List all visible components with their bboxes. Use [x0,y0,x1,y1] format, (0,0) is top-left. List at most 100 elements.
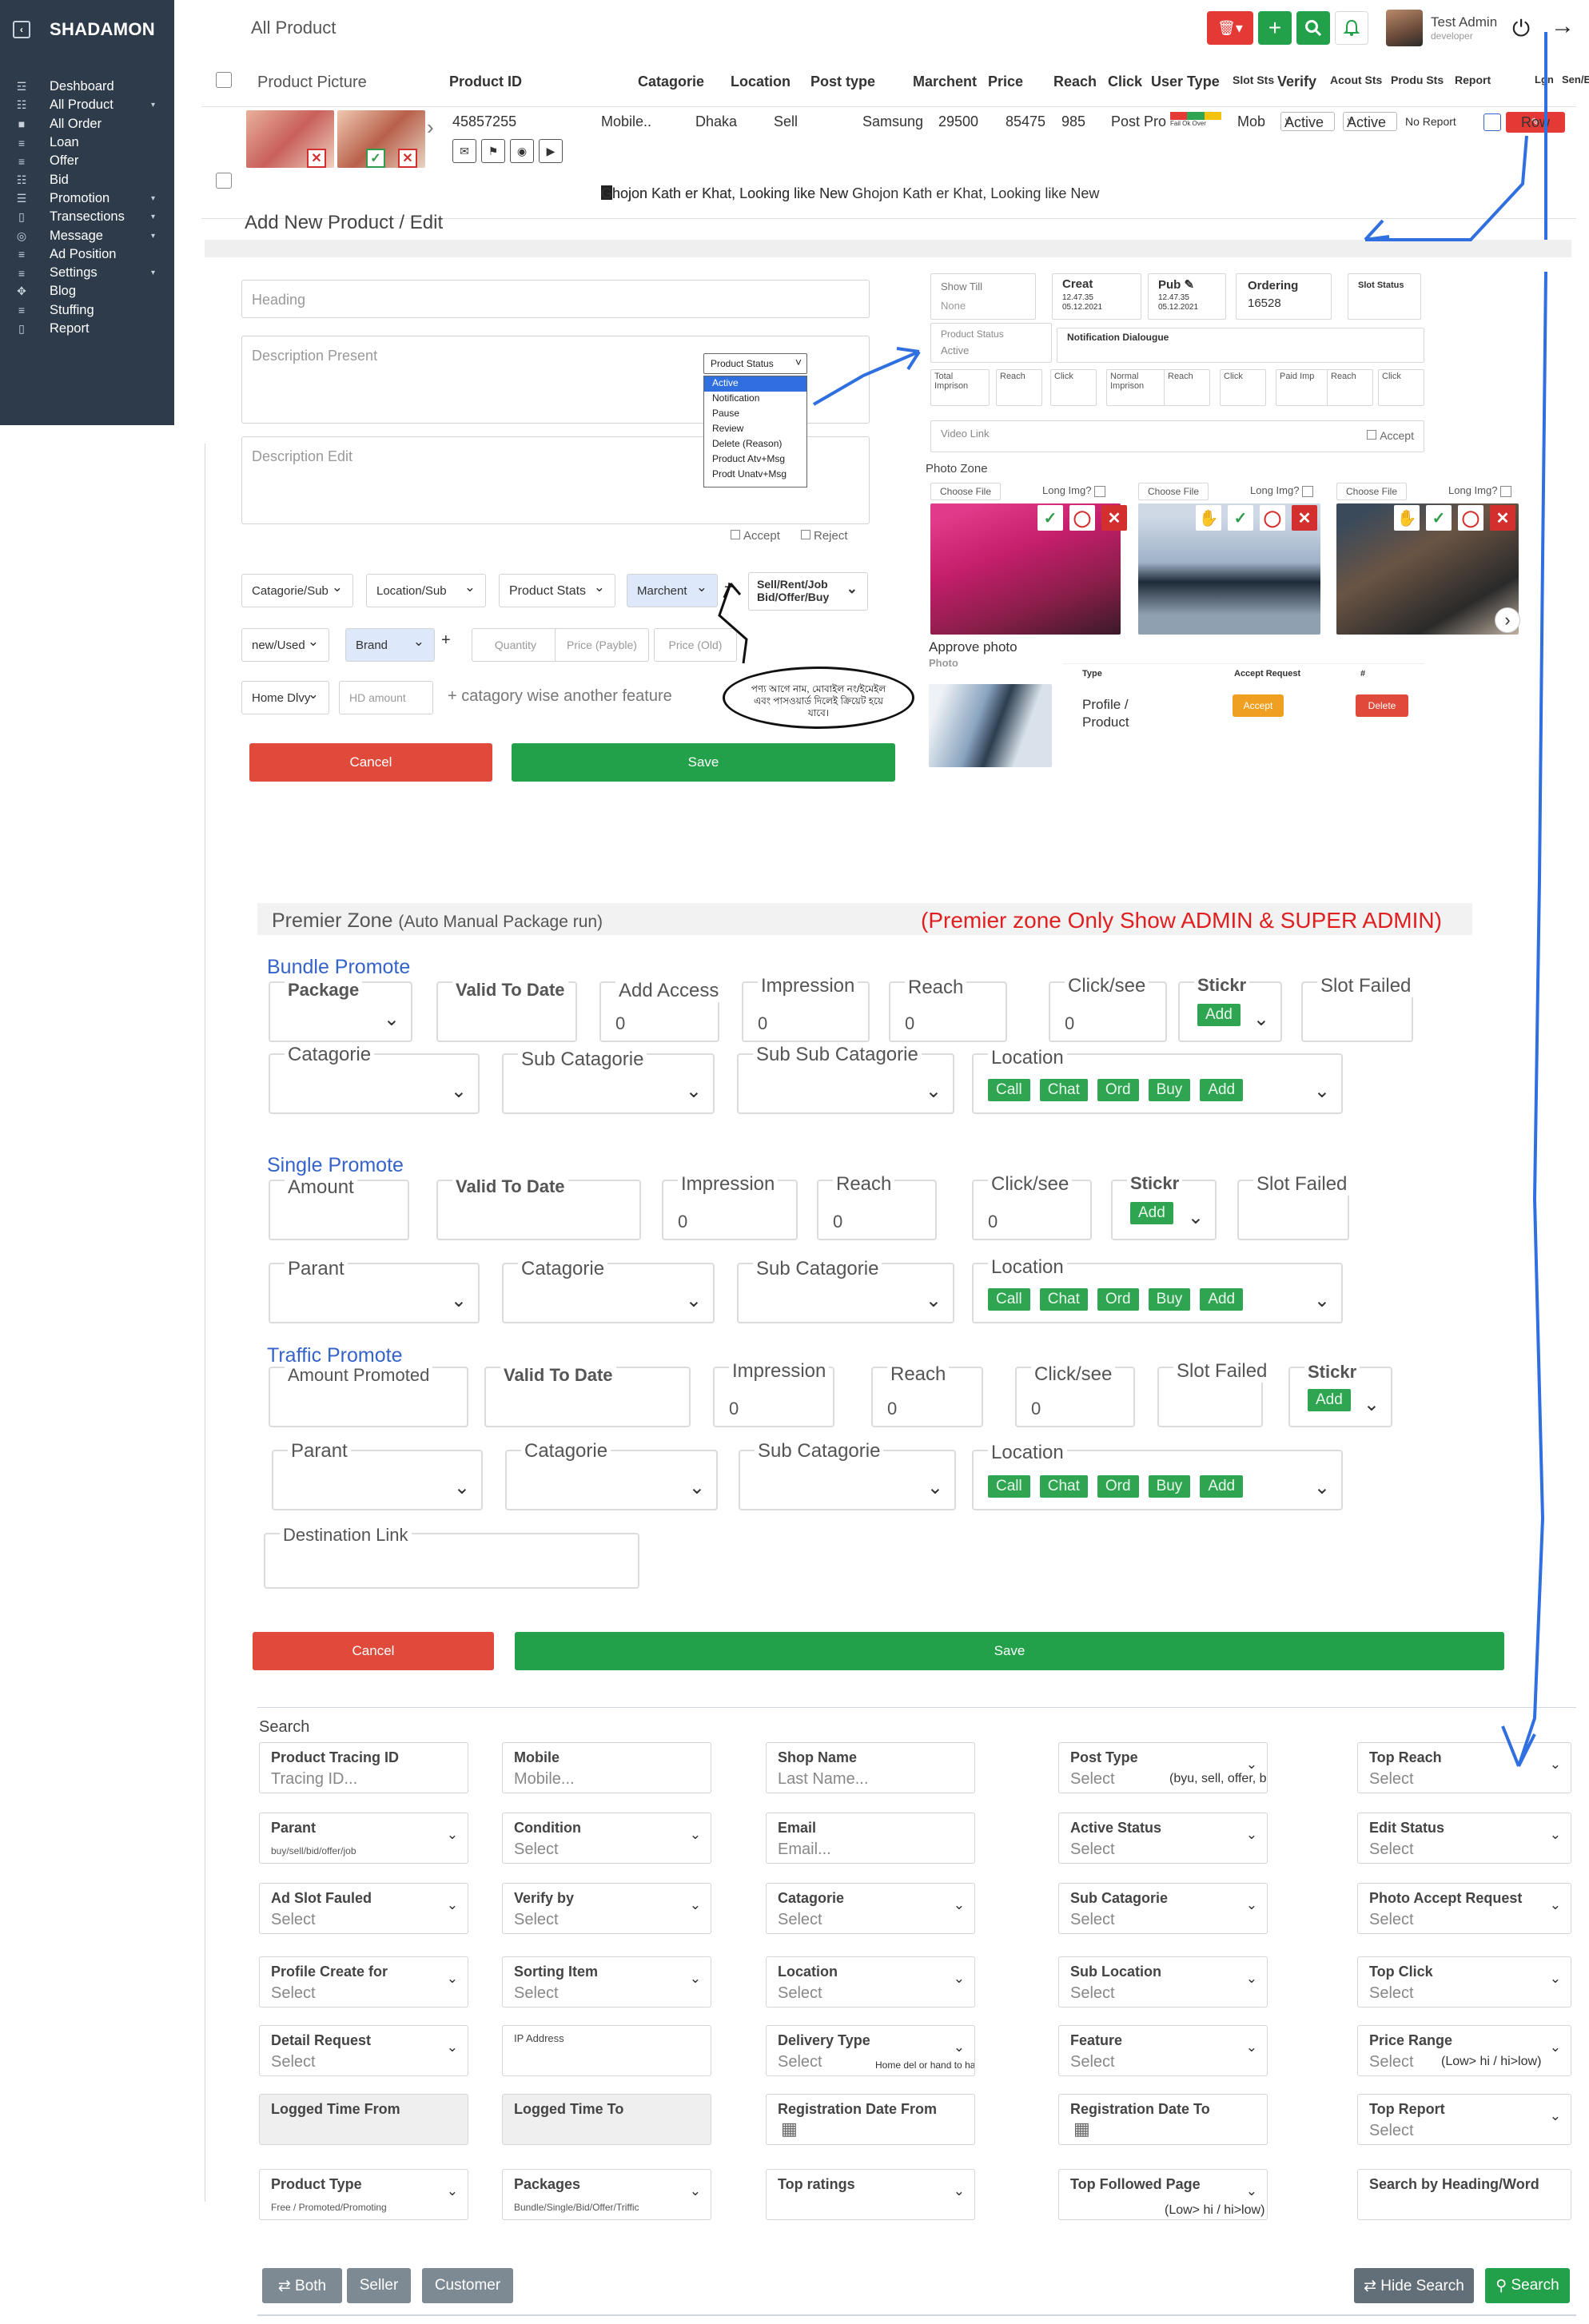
bell-icon[interactable] [1335,11,1368,45]
sidebar-item-deshboard[interactable]: ☲ Deshboard [0,78,174,96]
search-top-ratings[interactable]: Top ratings [766,2169,975,2220]
search-email[interactable]: Email Email... [766,1813,975,1864]
bundle-field-6[interactable]: Stickr ⌄ Add [1178,975,1282,1042]
accept-checkbox[interactable]: Accept [731,529,780,543]
circle-icon[interactable]: ◯ [1458,505,1483,531]
location-chip[interactable]: Call [988,1475,1030,1498]
search-logged-time-to[interactable]: Logged Time To [502,2094,711,2145]
search-top-report[interactable]: Top Report Select [1357,2094,1571,2145]
approve-icon[interactable]: ✓ [1228,505,1253,531]
search-button[interactable]: ⚲ Search [1485,2268,1570,2303]
add-marchent-icon[interactable]: + [724,579,734,597]
single-row2-1[interactable]: Catagorie ⌄ [502,1258,715,1323]
status-option[interactable]: Review [704,422,806,437]
status-option[interactable]: Pause [704,407,806,422]
search-photo-accept-request[interactable]: Photo Accept Request Select [1357,1883,1571,1934]
sticker-add-chip[interactable]: Add [1130,1202,1173,1224]
hand-icon[interactable]: ✋ [1394,505,1420,531]
choose-file-button[interactable]: Choose File [1336,483,1407,500]
product-stats-select[interactable]: Product Stats [499,574,615,607]
product-status-box[interactable]: Product Status Active [930,323,1052,363]
bundle-row2-2[interactable]: Sub Sub Catagorie ⌄ [737,1044,954,1114]
user-menu[interactable]: Test Admin developer [1386,10,1497,46]
gallery-next-icon[interactable]: › [1495,607,1520,633]
add-button[interactable]: + [1258,11,1292,45]
close-icon[interactable]: ✕ [1292,505,1317,531]
sidebar-item-blog[interactable]: ✥ Blog [0,282,174,300]
single-field-2[interactable]: Impression 0 [662,1173,798,1240]
cancel-button[interactable]: Cancel [249,743,492,782]
sticker-add-chip[interactable]: Add [1308,1389,1351,1411]
message-icon[interactable]: ✉ [452,139,476,163]
sidebar-item-ad-position[interactable]: ≡ Ad Position [0,245,174,264]
search-profile-create-for[interactable]: Profile Create for Select [259,1956,468,2008]
arrow-right-icon[interactable]: → [1551,13,1575,40]
premier-cancel-button[interactable]: Cancel [253,1632,494,1670]
status-option[interactable]: Notification [704,392,806,407]
location-chip[interactable]: Buy [1148,1079,1191,1101]
catagorie-sub-select[interactable]: Catagorie/Sub [241,574,353,607]
search-active-status[interactable]: Active Status Select [1058,1813,1268,1864]
circle-icon[interactable]: ◯ [1260,505,1285,531]
quantity-input[interactable]: Quantity [472,628,560,662]
lgn-icon[interactable] [1483,113,1501,131]
location-chip[interactable]: Chat [1039,1475,1088,1498]
traffic-row2-2[interactable]: Sub Catagorie ⌄ [739,1440,956,1510]
bundle-row2-3[interactable]: Location ⌄ Call Chat Ord Buy Add [972,1047,1343,1114]
search-catagorie[interactable]: Catagorie Select [766,1883,975,1934]
heading-input[interactable]: Heading [241,280,870,318]
search-mobile[interactable]: Mobile Mobile... [502,1742,711,1793]
home-delivery-select[interactable]: Home Dlvy [241,681,329,714]
column-header[interactable]: User Type [1151,74,1220,90]
column-header[interactable]: Verify [1277,74,1316,90]
status-option[interactable]: Delete (Reason) [704,437,806,452]
hand-icon[interactable]: ✋ [1196,505,1221,531]
location-chip[interactable]: Ord [1097,1079,1139,1101]
produ-sts-select[interactable]: Active ˅ [1343,112,1397,131]
chevron-right-icon[interactable]: › [427,115,434,140]
save-button[interactable]: Save [512,743,895,782]
search-top-reach[interactable]: Top Reach Select [1357,1742,1571,1793]
video-link-input[interactable]: Video Link Accept [930,420,1424,452]
approve-icon[interactable]: ✓ [1426,505,1452,531]
delete-dropdown-button[interactable]: 🗑▾ [1207,11,1253,45]
reject-photo-icon[interactable]: ✕ [307,149,326,168]
bundle-row2-1[interactable]: Sub Catagorie ⌄ [502,1049,715,1114]
add-feature-link[interactable]: + catagory wise another feature [448,687,672,706]
calendar-icon[interactable]: ▦ [781,2119,798,2139]
search-top-followed-page[interactable]: Top Followed Page (Low> hi / hi>low) [1058,2169,1268,2220]
location-chip[interactable]: Add [1200,1475,1244,1498]
sidebar-item-stuffing[interactable]: ≡ Stuffing [0,301,174,320]
column-header[interactable]: Marchent [913,74,977,90]
column-header[interactable]: Slot Sts [1233,74,1274,86]
search-condition[interactable]: Condition Select [502,1813,711,1864]
bundle-field-0[interactable]: Package ⌄ [269,980,412,1042]
column-header[interactable]: Click [1108,74,1142,90]
sidebar-item-transections[interactable]: ▯ Transections ▾ [0,208,174,226]
single-field-5[interactable]: Stickr ⌄ Add [1111,1173,1217,1240]
sidebar-item-loan[interactable]: ≡ Loan [0,133,174,152]
column-header[interactable]: Reach [1053,74,1097,90]
column-header[interactable]: Location [731,74,791,90]
bundle-row2-0[interactable]: Catagorie ⌄ [269,1044,480,1114]
price-old-input[interactable]: Price (Old) [654,628,737,662]
sidebar-item-all-product[interactable]: ☷ All Product ▾ [0,96,174,114]
bundle-field-3[interactable]: Impression 0 [742,975,870,1042]
select-all-checkbox[interactable] [216,72,232,88]
close-icon[interactable]: ✕ [1101,505,1127,531]
traffic-field-6[interactable]: Stickr ⌄ Add [1288,1362,1392,1427]
search-ad-slot-fauled[interactable]: Ad Slot Fauled Select [259,1883,468,1934]
camera-icon[interactable]: ◉ [510,139,534,163]
approve-photo-icon[interactable]: ✓ [366,149,385,168]
choose-file-button[interactable]: Choose File [930,483,1001,500]
accept-request-button[interactable]: Accept [1233,694,1284,717]
search-registration-date-from[interactable]: Registration Date From ▦ [766,2094,975,2145]
calendar-icon[interactable]: ▦ [1073,2119,1090,2139]
close-icon[interactable]: ✕ [1490,505,1515,531]
search-post-type[interactable]: Post Type Select (byu, sell, offer, bid...… [1058,1742,1268,1793]
traffic-field-1[interactable]: Valid To Date [484,1365,691,1427]
acout-sts-select[interactable]: Active ˅ [1280,112,1335,131]
search-ip-address[interactable]: IP Address [502,2025,711,2076]
choose-file-button[interactable]: Choose File [1138,483,1209,500]
circle-icon[interactable]: ◯ [1069,505,1095,531]
